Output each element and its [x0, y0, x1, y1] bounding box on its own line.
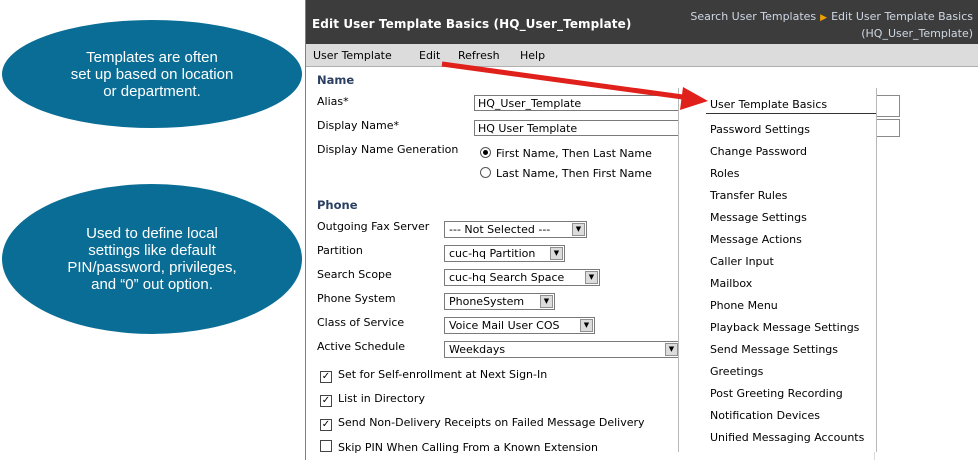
arrow-head-icon [680, 87, 708, 110]
pointer-arrow [441, 61, 708, 110]
arrow-shaft [441, 61, 691, 101]
